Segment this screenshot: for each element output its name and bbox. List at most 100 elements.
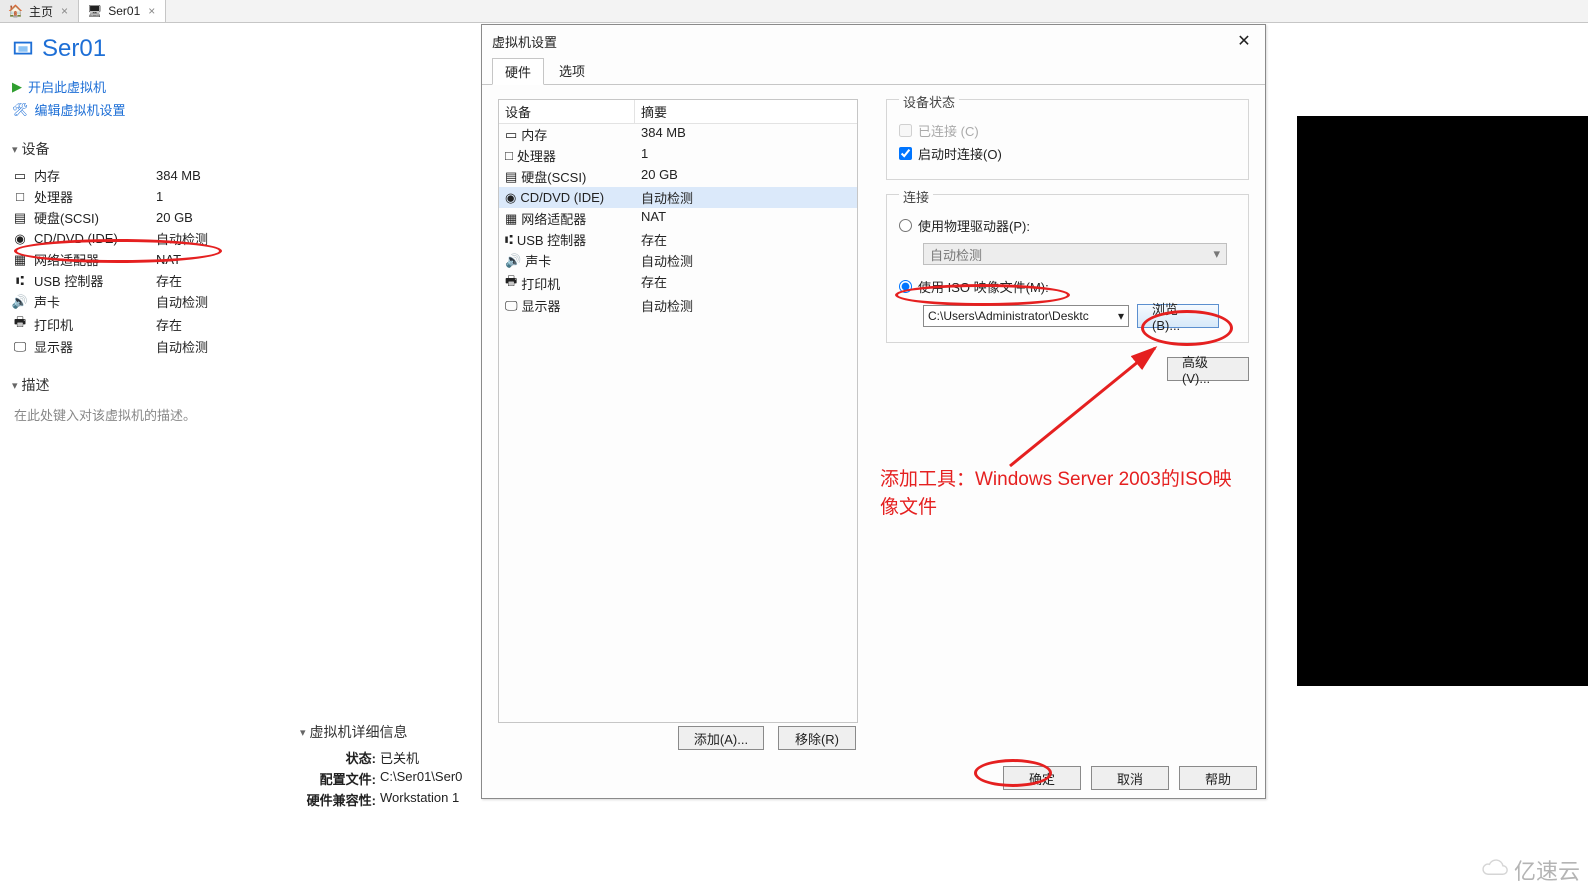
hw-name: 内存 <box>521 125 547 144</box>
memory-icon: ▭ <box>505 127 517 143</box>
device-row[interactable]: ⑆USB 控制器存在 <box>12 270 462 291</box>
device-row[interactable]: ▤硬盘(SCSI)20 GB <box>12 207 462 228</box>
device-value: NAT <box>156 252 462 267</box>
fieldset-title: 连接 <box>899 187 933 206</box>
vm-icon: 🖥 <box>87 4 102 18</box>
device-row[interactable]: 🔊声卡自动检测 <box>12 291 462 312</box>
device-row[interactable]: 🖵显示器自动检测 <box>12 336 462 357</box>
remove-button[interactable]: 移除(R) <box>778 726 856 750</box>
chevron-down-icon: ▾ <box>12 379 18 392</box>
hardware-row[interactable]: ◉ CD/DVD (IDE) 自动检测 <box>499 187 857 208</box>
vm-title: Ser01 <box>12 35 462 63</box>
iso-path-combo[interactable]: C:\Users\Administrator\Desktc ▾ <box>923 305 1129 327</box>
use-physical-radio[interactable]: 使用物理驱动器(P): <box>899 214 1236 237</box>
use-iso-radio[interactable]: 使用 ISO 映像文件(M): <box>899 275 1236 298</box>
tab-home[interactable]: 🏠 主页 × <box>0 0 79 22</box>
tab-options[interactable]: 选项 <box>546 57 598 84</box>
hardware-row[interactable]: ▭内存 384 MB <box>499 124 857 145</box>
chevron-down-icon: ▾ <box>300 726 306 739</box>
hw-value: NAT <box>635 209 857 228</box>
hardware-row[interactable]: ▦网络适配器NAT <box>499 208 857 229</box>
hw-value: 自动检测 <box>635 296 857 315</box>
device-value: 1 <box>156 189 462 204</box>
device-value: 存在 <box>156 315 462 334</box>
connect-on-start-checkbox[interactable]: 启动时连接(O) <box>899 142 1236 165</box>
dialog-titlebar: 虚拟机设置 ✕ <box>482 25 1265 57</box>
cd-icon: ◉ <box>505 190 516 206</box>
workspace-tabbar: 🏠 主页 × 🖥 Ser01 × <box>0 0 1588 23</box>
fieldset-title: 设备状态 <box>899 92 959 111</box>
hardware-row[interactable]: ▤硬盘(SCSI)20 GB <box>499 166 857 187</box>
device-value: 自动检测 <box>156 337 462 356</box>
devices-section[interactable]: ▾ 设备 <box>12 139 462 159</box>
cloud-icon <box>1476 859 1510 881</box>
tab-vm-label: Ser01 <box>108 4 140 18</box>
hw-value: 1 <box>635 146 857 165</box>
hardware-row[interactable]: 🔊声卡自动检测 <box>499 250 857 271</box>
hw-value: 384 MB <box>635 125 857 144</box>
vm-console-preview <box>1297 116 1588 686</box>
device-value: 自动检测 <box>156 229 462 248</box>
connection-group: 连接 使用物理驱动器(P): 自动检测 ▾ 使用 ISO 映像文件(M): <box>886 194 1249 343</box>
device-row[interactable]: □处理器1 <box>12 186 462 207</box>
browse-button[interactable]: 浏览(B)... <box>1137 304 1219 328</box>
close-icon[interactable]: × <box>59 4 70 18</box>
description-placeholder[interactable]: 在此处键入对该虚拟机的描述。 <box>12 401 462 424</box>
hdd-icon: ▤ <box>505 169 517 185</box>
connected-checkbox: 已连接 (C) <box>899 119 1236 142</box>
add-button[interactable]: 添加(A)... <box>678 726 764 750</box>
sound-icon: 🔊 <box>12 294 28 310</box>
device-row[interactable]: ◉CD/DVD (IDE)自动检测 <box>12 228 462 249</box>
description-section[interactable]: ▾ 描述 <box>12 375 462 395</box>
device-row[interactable]: ▦网络适配器NAT <box>12 249 462 270</box>
home-icon: 🏠 <box>8 4 23 18</box>
hw-name: 处理器 <box>517 146 556 165</box>
cpu-icon: □ <box>12 189 28 204</box>
device-name: 打印机 <box>28 315 156 334</box>
physical-drive-select: 自动检测 ▾ <box>923 243 1227 265</box>
tab-vm[interactable]: 🖥 Ser01 × <box>79 0 166 22</box>
hw-name: 打印机 <box>521 274 560 293</box>
net-icon: ▦ <box>505 211 517 227</box>
edit-settings-link[interactable]: 🛠 编辑虚拟机设置 <box>12 98 462 121</box>
device-value: 存在 <box>156 271 462 290</box>
wrench-icon: 🛠 <box>12 102 29 118</box>
hw-value: 自动检测 <box>635 188 857 207</box>
device-name: CD/DVD (IDE) <box>28 231 156 246</box>
cancel-button[interactable]: 取消 <box>1091 766 1169 790</box>
device-value: 384 MB <box>156 168 462 183</box>
usb-icon: ⑆ <box>12 273 28 288</box>
dialog-title: 虚拟机设置 <box>492 32 557 51</box>
advanced-button[interactable]: 高级(V)... <box>1167 357 1249 381</box>
close-icon[interactable]: × <box>146 4 157 18</box>
hw-name: 显示器 <box>522 296 561 315</box>
hardware-row[interactable]: 🖵显示器自动检测 <box>499 295 857 316</box>
status-key: 状态: <box>300 748 380 767</box>
device-name: 处理器 <box>28 187 156 206</box>
device-row[interactable]: 🖶打印机存在 <box>12 312 462 336</box>
tab-hardware[interactable]: 硬件 <box>492 58 544 85</box>
annotation-text: 添加工具：Windows Server 2003的ISO映像文件 <box>880 466 1240 521</box>
hardware-row[interactable]: ⑆USB 控制器存在 <box>499 229 857 250</box>
col-device: 设备 <box>499 100 635 123</box>
hardware-list-header: 设备 摘要 <box>499 100 857 124</box>
net-icon: ▦ <box>12 252 28 268</box>
usb-icon: ⑆ <box>505 232 513 247</box>
hdd-icon: ▤ <box>12 210 28 226</box>
hardware-row[interactable]: □处理器1 <box>499 145 857 166</box>
power-on-link[interactable]: ▶ 开启此虚拟机 <box>12 75 462 98</box>
help-button[interactable]: 帮助 <box>1179 766 1257 790</box>
device-value: 20 GB <box>156 210 462 225</box>
hardware-row[interactable]: 🖶打印机存在 <box>499 271 857 295</box>
device-value: 自动检测 <box>156 292 462 311</box>
devices-table: ▭内存384 MB□处理器1▤硬盘(SCSI)20 GB◉CD/DVD (IDE… <box>12 165 462 357</box>
hw-value: 存在 <box>635 230 857 249</box>
hw-value: 存在 <box>635 272 857 294</box>
device-row[interactable]: ▭内存384 MB <box>12 165 462 186</box>
hw-name: CD/DVD (IDE) <box>520 190 604 205</box>
ok-button[interactable]: 确定 <box>1003 766 1081 790</box>
vm-summary-panel: Ser01 ▶ 开启此虚拟机 🛠 编辑虚拟机设置 ▾ 设备 ▭内存384 MB□… <box>0 23 480 424</box>
device-detail-pane: 设备状态 已连接 (C) 启动时连接(O) 连接 <box>886 99 1249 723</box>
close-icon[interactable]: ✕ <box>1233 31 1255 51</box>
vm-title-icon <box>12 38 34 60</box>
